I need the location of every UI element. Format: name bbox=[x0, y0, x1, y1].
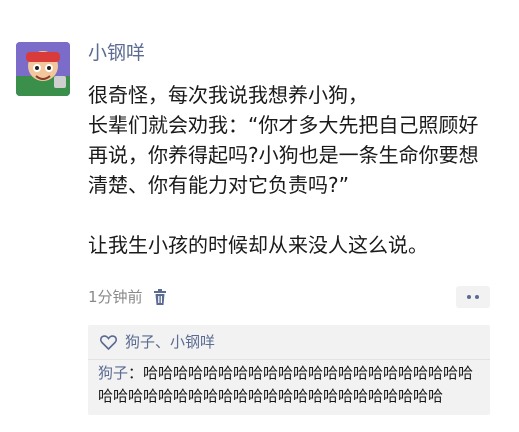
comment-author[interactable]: 狗子 bbox=[98, 364, 128, 382]
post-time: 1分钟前 bbox=[88, 288, 143, 306]
more-button[interactable] bbox=[456, 286, 490, 308]
trash-icon[interactable] bbox=[153, 289, 167, 305]
post-username[interactable]: 小钢咩 bbox=[88, 40, 145, 66]
post-meta: 1分钟前 bbox=[88, 286, 167, 308]
comment-section: 狗子、小钢咩 狗子：哈哈哈哈哈哈哈哈哈哈哈哈哈哈哈哈哈哈哈哈哈哈哈哈哈哈哈哈哈哈… bbox=[88, 325, 490, 415]
more-dots-icon bbox=[467, 295, 479, 299]
avatar[interactable] bbox=[16, 42, 70, 96]
divider bbox=[88, 359, 490, 360]
heart-icon bbox=[100, 334, 117, 350]
avatar-image bbox=[16, 42, 70, 96]
comment-separator: ： bbox=[128, 364, 144, 382]
likes-names[interactable]: 狗子、小钢咩 bbox=[125, 331, 215, 353]
comment-item[interactable]: 狗子：哈哈哈哈哈哈哈哈哈哈哈哈哈哈哈哈哈哈哈哈哈哈哈哈哈哈哈哈哈哈哈哈哈哈哈哈哈… bbox=[98, 362, 484, 408]
likes-row: 狗子、小钢咩 bbox=[100, 331, 215, 353]
post-text: 很奇怪，每次我说我想养小狗， 长辈们就会劝我：“你才多大先把自己照顾好再说，你养… bbox=[88, 83, 479, 257]
comment-text: 哈哈哈哈哈哈哈哈哈哈哈哈哈哈哈哈哈哈哈哈哈哈哈哈哈哈哈哈哈哈哈哈哈哈哈哈哈哈哈哈… bbox=[98, 364, 474, 405]
